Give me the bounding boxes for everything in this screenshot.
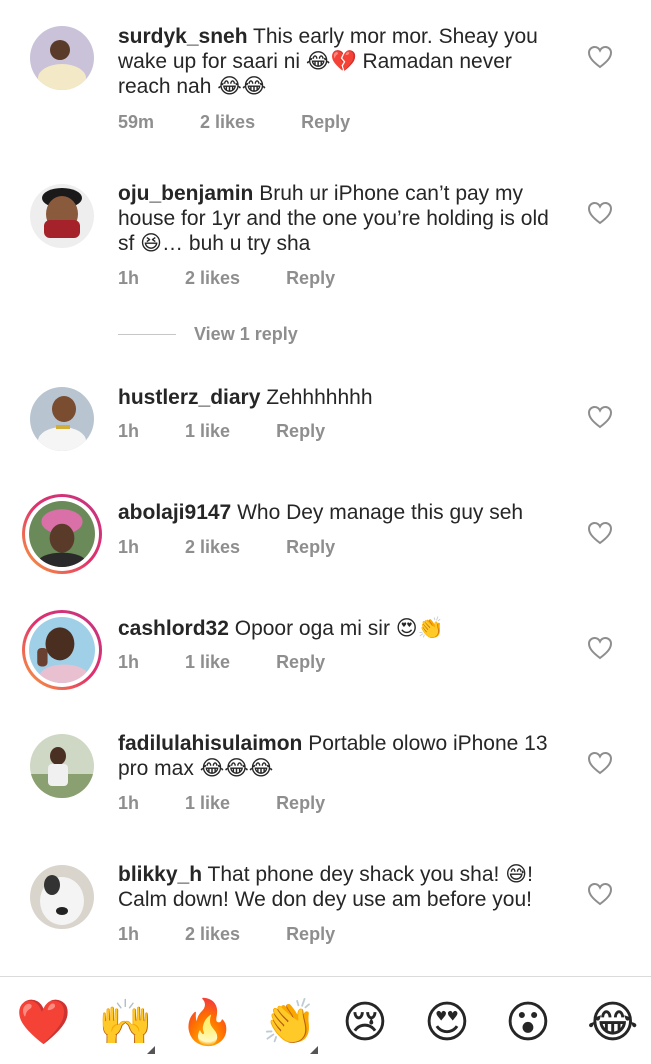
comment-likes[interactable]: 1 like (185, 652, 230, 673)
comment-likes[interactable]: 2 likes (185, 268, 240, 289)
avatar-inner (25, 613, 99, 687)
emoji-bar-divider (0, 976, 651, 977)
comment-text: Who Dey manage this guy seh (237, 501, 524, 524)
comment-username[interactable]: oju_benjamin (118, 182, 253, 205)
heart-icon[interactable] (587, 882, 613, 906)
avatar[interactable] (30, 865, 94, 929)
comment-likes[interactable]: 2 likes (185, 924, 240, 945)
emoji-heart-button[interactable]: ❤️ (16, 998, 71, 1048)
comment-text: Opoor oga mi sir 😍👏 (234, 617, 444, 640)
avatar[interactable] (30, 26, 94, 90)
comment-body: blikky_h That phone dey shack you sha! 😅… (118, 862, 570, 912)
emoji-quick-reaction-bar: ❤️ 🙌 🔥 👏 😢 😍 😮 😂 (0, 990, 651, 1054)
heart-icon[interactable] (587, 521, 613, 545)
avatar[interactable] (30, 734, 94, 798)
comment-username[interactable]: fadilulahisulaimon (118, 732, 302, 755)
comment-username[interactable]: surdyk_sneh (118, 25, 248, 48)
emoji-surprised-button[interactable]: 😮 (505, 998, 551, 1048)
comment-username[interactable]: hustlerz_diary (118, 386, 260, 409)
divider-line (118, 334, 176, 335)
comment-time: 1h (118, 537, 140, 557)
comment-likes[interactable]: 2 likes (200, 112, 255, 133)
comment-text: Zehhhhhhh (266, 386, 373, 409)
comment-username[interactable]: blikky_h (118, 863, 202, 886)
comment-username[interactable]: cashlord32 (118, 617, 229, 640)
comment-time: 1h (118, 268, 140, 288)
emoji-fire-button[interactable]: 🔥 (180, 998, 235, 1048)
comment-likes[interactable]: 1 like (185, 793, 230, 814)
comment-time: 1h (118, 421, 140, 441)
comment-meta: 1h 2 likes Reply (118, 268, 381, 289)
avatar[interactable] (30, 184, 94, 248)
avatar-inner (25, 497, 99, 571)
comment-time: 1h (118, 924, 140, 944)
reply-button[interactable]: Reply (276, 652, 325, 673)
emoji-clapping-button[interactable]: 👏 (262, 998, 317, 1048)
emoji-heart-eyes-button[interactable]: 😍 (424, 998, 470, 1048)
comment-body: oju_benjamin Bruh ur iPhone can’t pay my… (118, 181, 570, 256)
comment-username[interactable]: abolaji9147 (118, 501, 231, 524)
comment-body: surdyk_sneh This early mor mor. Sheay yo… (118, 24, 570, 99)
comment-meta: 1h 1 like Reply (118, 793, 371, 814)
heart-icon[interactable] (587, 751, 613, 775)
comment-meta: 1h 2 likes Reply (118, 924, 381, 945)
reply-button[interactable]: Reply (276, 793, 325, 814)
comment-meta: 1h 1 like Reply (118, 421, 371, 442)
comment-meta: 59m 2 likes Reply (118, 112, 396, 133)
avatar-with-story-ring[interactable] (22, 610, 102, 690)
avatar[interactable] (30, 387, 94, 451)
skin-tone-indicator-icon (310, 1046, 318, 1054)
comment-meta: 1h 2 likes Reply (118, 537, 381, 558)
heart-icon[interactable] (587, 201, 613, 225)
reply-button[interactable]: Reply (301, 112, 350, 133)
view-replies-label: View 1 reply (194, 324, 298, 344)
comment-time: 1h (118, 652, 140, 672)
comment-likes[interactable]: 1 like (185, 421, 230, 442)
comment-body: hustlerz_diary Zehhhhhhh (118, 385, 570, 410)
comment-meta: 1h 1 like Reply (118, 652, 371, 673)
avatar-with-story-ring[interactable] (22, 494, 102, 574)
reply-button[interactable]: Reply (286, 924, 335, 945)
comment-time: 1h (118, 793, 140, 813)
comment-likes[interactable]: 2 likes (185, 537, 240, 558)
heart-icon[interactable] (587, 405, 613, 429)
heart-icon[interactable] (587, 45, 613, 69)
view-replies-button[interactable]: View 1 reply (118, 324, 298, 345)
comment-body: abolaji9147 Who Dey manage this guy seh (118, 500, 570, 525)
heart-icon[interactable] (587, 636, 613, 660)
reply-button[interactable]: Reply (286, 537, 335, 558)
emoji-laughing-button[interactable]: 😂 (587, 998, 638, 1048)
emoji-raising-hands-button[interactable]: 🙌 (98, 998, 153, 1048)
comment-body: cashlord32 Opoor oga mi sir 😍👏 (118, 616, 570, 641)
skin-tone-indicator-icon (147, 1046, 155, 1054)
comment-body: fadilulahisulaimon Portable olowo iPhone… (118, 731, 570, 781)
reply-button[interactable]: Reply (276, 421, 325, 442)
reply-button[interactable]: Reply (286, 268, 335, 289)
comment-time: 59m (118, 112, 155, 132)
emoji-crying-button[interactable]: 😢 (342, 998, 388, 1048)
